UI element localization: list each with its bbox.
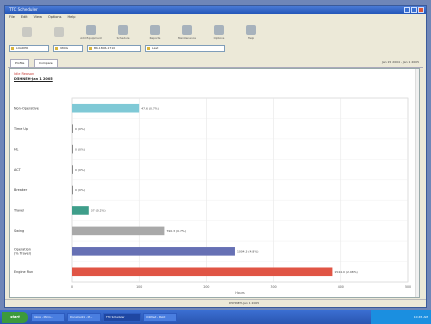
report-panel: Idle Reason D5HNEH-Jan 1 2005 0 100 200 300…: [9, 68, 420, 298]
equipment-icon: [86, 24, 96, 35]
filter-bar: LOADER 980G BK-1806-1710 Last: [9, 44, 422, 53]
tab-profile[interactable]: Profile: [10, 59, 30, 67]
vertical-scrollbar[interactable]: [415, 69, 419, 297]
bar: [72, 185, 73, 195]
reports-button[interactable]: Reports: [139, 21, 171, 43]
add-equipment-button[interactable]: Add Equipment: [75, 21, 107, 43]
back-icon: [22, 26, 32, 37]
category-label: Breaker: [14, 188, 28, 192]
help-button[interactable]: Help: [235, 21, 267, 43]
bar: [72, 226, 165, 236]
category-label: Time Up: [13, 127, 28, 131]
serial-select[interactable]: BK-1806-1710: [87, 45, 141, 52]
task-item[interactable]: Document1 - M...: [67, 312, 101, 322]
schedule-icon: [118, 24, 128, 35]
x-tick-label: 200: [203, 285, 209, 289]
task-item-active[interactable]: TTC Scheduler: [103, 312, 141, 322]
x-tick-label: 400: [338, 285, 344, 289]
menu-file[interactable]: File: [9, 14, 15, 21]
task-list: Inbox - Micro... Document1 - M... TTC Sc…: [31, 312, 177, 322]
date-range: Jan 15 2004 - Jan 1 2005: [381, 60, 419, 64]
back-button[interactable]: [11, 21, 43, 43]
data-label: 0 (0%): [75, 127, 85, 131]
close-button[interactable]: [418, 7, 424, 13]
machine-type-select[interactable]: LOADER: [9, 45, 49, 52]
bar: [72, 247, 235, 256]
options-button[interactable]: Options: [203, 21, 235, 43]
bar: [72, 165, 73, 174]
start-button[interactable]: start: [2, 311, 28, 323]
tab-strip: Profile Compare Jan 15 2004 - Jan 1 2005: [8, 58, 423, 68]
menu-options[interactable]: Options: [48, 14, 62, 21]
category-label: Travel: [13, 209, 24, 213]
clock: 10:45 AM: [413, 315, 428, 319]
bar: [72, 267, 333, 277]
x-tick-label: 100: [136, 285, 142, 289]
tab-compare[interactable]: Compare: [34, 59, 58, 67]
menu-edit[interactable]: Edit: [21, 14, 28, 21]
data-label: 0 (0%): [75, 147, 85, 151]
x-tick-label: 0: [71, 285, 73, 289]
x-axis-label: Hours: [235, 291, 245, 295]
category-label: (% Travel): [14, 252, 32, 256]
menu-view[interactable]: View: [34, 14, 42, 21]
bar: [72, 103, 140, 113]
x-tick-label: 500: [405, 285, 411, 289]
data-label: 790.3 (0.7%): [166, 229, 186, 233]
x-tick-label: 300: [271, 285, 277, 289]
maintenance-icon: [182, 24, 192, 35]
help-icon: [246, 24, 256, 35]
bar: [72, 124, 73, 133]
forward-button[interactable]: [43, 21, 75, 43]
category-label: Swing: [14, 229, 24, 233]
menu-help[interactable]: Help: [67, 14, 75, 21]
window-title: TTC Scheduler: [9, 7, 38, 12]
maximize-button[interactable]: [411, 7, 417, 13]
category-label: ACT: [14, 168, 22, 172]
data-label: 37 (0.2%): [91, 209, 106, 213]
data-label: 1004.3 (4.8%): [237, 250, 258, 254]
menu-bar: File Edit View Options Help: [5, 14, 426, 21]
data-label: 0 (0%): [75, 188, 85, 192]
bar: [72, 144, 73, 154]
category-label: Non-Operative: [14, 106, 39, 110]
model-select[interactable]: 980G: [53, 45, 83, 52]
category-label: HL: [14, 147, 19, 151]
reports-icon: [150, 24, 160, 35]
category-label: Engine Run: [14, 270, 33, 274]
task-item[interactable]: Untitled - Paint: [143, 312, 177, 322]
period-select[interactable]: Last: [145, 45, 225, 52]
toolbar: Add Equipment Schedule Reports Maintenan…: [5, 21, 426, 43]
schedule-button[interactable]: Schedule: [107, 21, 139, 43]
status-text: D5HNEH-Jan 1 2005: [229, 301, 260, 305]
title-bar: TTC Scheduler: [5, 6, 426, 14]
bar: [72, 206, 89, 215]
minimize-button[interactable]: [404, 7, 410, 13]
category-label: Operation: [14, 247, 31, 251]
maintenance-button[interactable]: Maintenance: [171, 21, 203, 43]
data-label: 0 (0%): [75, 168, 85, 172]
forward-icon: [54, 26, 64, 37]
system-tray: 10:45 AM: [371, 310, 431, 324]
app-window: TTC Scheduler File Edit View Options Hel…: [4, 5, 427, 308]
status-bar: D5HNEH-Jan 1 2005: [5, 299, 426, 307]
window-controls: [404, 7, 424, 13]
data-label: 1544.0 (2.98%): [334, 270, 357, 274]
taskbar: start Inbox - Micro... Document1 - M... …: [0, 310, 431, 324]
data-label: 47.6 (0.7%): [141, 106, 159, 110]
options-icon: [214, 24, 224, 35]
idle-reason-chart: 0 100 200 300 400 500 Hours Non-Operative 47.6 (…: [13, 97, 411, 295]
task-item[interactable]: Inbox - Micro...: [31, 312, 65, 322]
